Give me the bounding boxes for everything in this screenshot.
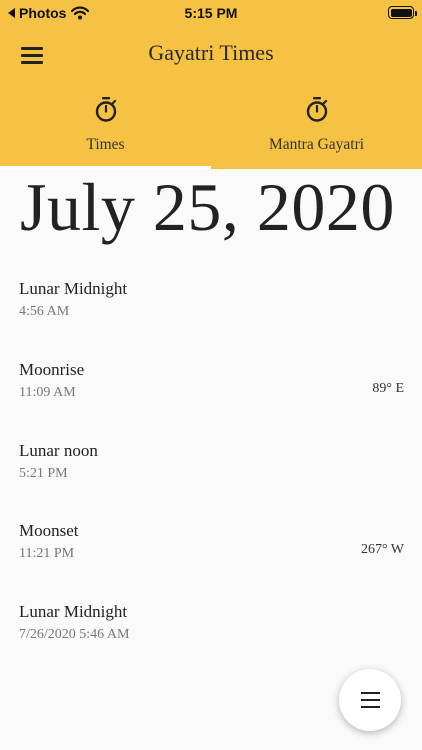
event-time: 7/26/2020 5:46 AM [19,627,130,642]
event-name: Moonset [19,521,79,540]
event-direction: 267° W [360,542,404,557]
status-time: 5:15 PM [184,5,238,21]
date-heading: July 25, 2020 [20,169,395,245]
list-item[interactable]: Lunar noon 5:21 PM [0,432,422,502]
event-time: 4:56 AM [19,304,70,319]
event-direction: 89° E [372,381,404,396]
list-item[interactable]: Lunar Midnight 4:56 AM [0,270,422,340]
tab-label-times: Times [86,136,125,153]
event-time: 11:09 AM [19,385,76,400]
event-time: 11:21 PM [19,546,75,561]
tab-times[interactable]: Times [0,90,211,169]
list-item[interactable]: Moonrise 11:09 AM 89° E [0,351,422,421]
tab-mantra-gayatri[interactable]: Mantra Gayatri [211,90,422,169]
floating-menu-button[interactable] [339,669,401,731]
event-name: Moonrise [19,360,85,379]
app-title: Gayatri Times [148,40,274,65]
event-name: Lunar Midnight [19,602,128,621]
tab-label-mantra-gayatri: Mantra Gayatri [268,136,365,153]
status-bar: Photos 5:15 PM [0,0,422,26]
event-time: 5:21 PM [19,466,68,481]
list-item[interactable]: Moonset 11:21 PM 267° W [0,512,422,582]
app-header: Photos 5:15 PM Gayatri Times Times Mantr… [0,0,422,169]
stopwatch-icon [306,97,327,122]
stopwatch-icon [95,97,116,122]
list-item[interactable]: Lunar Midnight 7/26/2020 5:46 AM [0,593,422,663]
event-name: Lunar noon [19,441,98,460]
event-name: Lunar Midnight [19,279,128,298]
battery-icon [388,6,417,19]
